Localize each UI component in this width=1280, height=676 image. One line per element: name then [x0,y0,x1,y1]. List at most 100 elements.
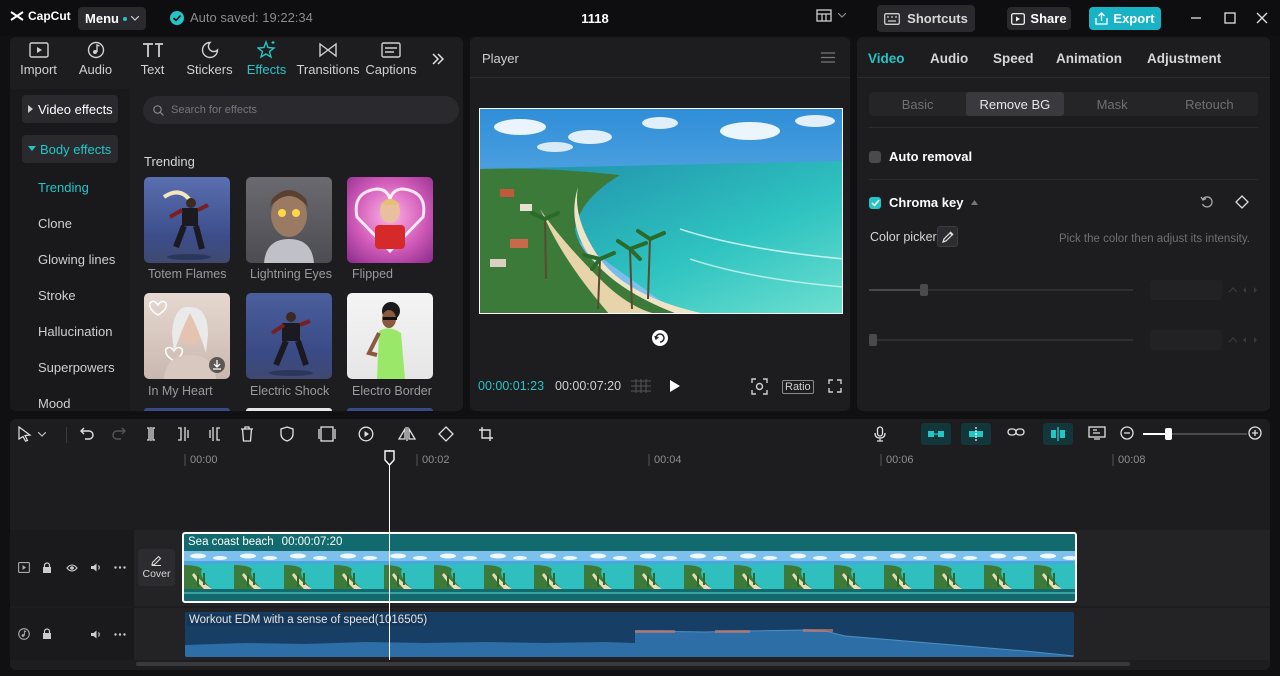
export-button[interactable]: Export [1089,7,1161,30]
video-track-more-button[interactable] [114,566,126,569]
category-stroke[interactable]: Stroke [38,288,76,303]
category-clone[interactable]: Clone [38,216,72,231]
tab-stickers[interactable]: Stickers [181,37,238,81]
effect-thumb-partial[interactable] [347,408,433,411]
auto-removal-checkbox[interactable] [869,150,881,163]
main-track-magnet-toggle[interactable] [921,423,951,445]
tab-audio[interactable]: Audio [67,37,124,81]
frame-grid-toggle[interactable] [630,379,652,393]
rotate-button[interactable] [438,426,454,442]
maximize-button[interactable] [1222,10,1238,26]
lock-audio-track-button[interactable] [42,628,52,640]
reverse-button[interactable] [358,426,374,442]
tab-adjustment[interactable]: Adjustment [1147,51,1221,66]
intensity-value-input[interactable] [1150,280,1222,300]
video-clip[interactable]: Sea coast beach 00:00:07:20 [182,532,1077,603]
delete-button[interactable] [240,426,254,442]
shadow-stepper-arrows[interactable] [1227,334,1259,346]
category-glowing-lines[interactable]: Glowing lines [38,252,115,267]
effect-thumb-flipped[interactable] [347,177,433,263]
preview-axis-toggle[interactable] [1043,423,1073,445]
auto-removal-option[interactable]: Auto removal [869,149,972,164]
menu-button[interactable]: Menu [78,7,146,30]
tab-animation[interactable]: Animation [1056,51,1122,66]
project-title[interactable]: 1118 [560,11,630,26]
more-tabs-button[interactable] [421,37,455,81]
intensity-stepper-arrows[interactable] [1227,284,1259,296]
subtab-remove-bg[interactable]: Remove BG [966,92,1064,116]
fullscreen-button[interactable] [828,379,842,393]
share-button[interactable]: Share [1007,7,1071,30]
ratio-button[interactable]: Ratio [782,380,814,394]
redo-button[interactable] [112,426,126,440]
record-audio-button[interactable] [874,426,886,442]
screen-fit-button[interactable] [1088,426,1106,440]
shortcuts-button[interactable]: Shortcuts [877,5,975,32]
link-clips-button[interactable] [1007,426,1025,438]
effect-thumb-partial[interactable] [246,408,332,411]
tab-audio-settings[interactable]: Audio [930,51,968,66]
subtab-retouch[interactable]: Retouch [1161,92,1258,116]
effect-thumb-electro-border[interactable] [347,293,433,379]
tab-speed[interactable]: Speed [993,51,1034,66]
subtab-basic[interactable]: Basic [869,92,966,116]
hide-video-track-button[interactable] [66,563,78,573]
category-trending[interactable]: Trending [38,180,89,195]
crop-button[interactable] [478,426,494,442]
tab-video[interactable]: Video [868,51,905,66]
shadow-slider-handle[interactable] [869,334,877,346]
playhead-handle[interactable] [384,450,395,466]
zoom-in-button[interactable] [1248,426,1262,440]
mask-tool-button[interactable] [280,426,294,442]
lock-video-track-button[interactable] [42,562,52,574]
audio-track-more-button[interactable] [114,633,126,636]
time-ruler[interactable] [134,450,1270,472]
audio-clip[interactable]: Workout EDM with a sense of speed(101650… [185,612,1074,657]
layout-button[interactable] [816,9,846,22]
mirror-button[interactable] [398,426,416,442]
chroma-key-checkbox[interactable] [869,196,881,209]
effect-thumb-in-my-heart[interactable] [144,293,230,379]
intensity-slider-handle[interactable] [920,284,928,296]
rotate-handle[interactable] [651,329,669,347]
effect-thumb-partial[interactable] [144,408,230,411]
split-right-button[interactable] [208,426,222,442]
zoom-out-button[interactable] [1120,426,1134,440]
keyframe-button[interactable] [1235,195,1249,209]
tab-captions[interactable]: Captions [361,37,421,81]
mute-video-track-button[interactable] [90,562,102,573]
category-mood[interactable]: Mood [38,396,71,411]
reset-button[interactable] [1200,195,1214,209]
undo-button[interactable] [80,426,94,440]
mute-audio-track-button[interactable] [90,629,102,640]
subtab-mask[interactable]: Mask [1064,92,1161,116]
body-effects-category[interactable]: Body effects [22,135,118,163]
shadow-value-input[interactable] [1150,330,1222,350]
video-effects-category[interactable]: Video effects [22,95,118,123]
chroma-key-option[interactable]: Chroma key [869,195,979,210]
timeline-horizontal-scrollbar[interactable] [136,662,1130,666]
effect-thumb-electric-shock[interactable] [246,293,332,379]
split-button[interactable] [144,426,158,442]
effect-thumb-lightning-eyes[interactable] [246,177,332,263]
freeze-frame-button[interactable] [318,426,336,442]
auto-snap-toggle[interactable] [961,423,991,445]
close-button[interactable] [1254,10,1270,26]
tab-text[interactable]: Text [124,37,181,81]
fit-screen-button[interactable] [751,378,768,395]
split-left-button[interactable] [176,426,190,442]
player-menu-button[interactable] [821,52,835,63]
color-picker-button[interactable] [937,226,958,247]
tab-effects[interactable]: Effects [238,37,295,81]
effects-search-input[interactable]: Search for effects [143,96,459,124]
tab-import[interactable]: Import [10,37,67,81]
category-hallucination[interactable]: Hallucination [38,324,112,339]
minimize-button[interactable] [1188,10,1204,26]
select-tool-button[interactable] [18,426,46,442]
tab-transitions[interactable]: Transitions [295,37,361,81]
category-superpowers[interactable]: Superpowers [38,360,115,375]
effect-thumb-totem-flames[interactable] [144,177,230,263]
video-preview[interactable] [479,108,843,314]
cover-button[interactable]: Cover [138,549,175,586]
shadow-slider-track[interactable] [869,339,1133,341]
